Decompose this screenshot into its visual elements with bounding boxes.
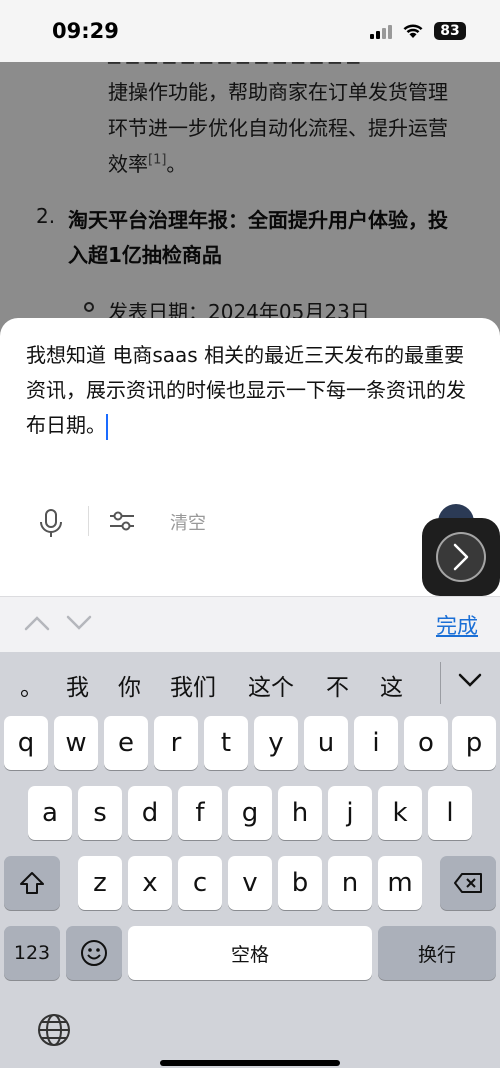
key-w[interactable]: w [54,716,98,770]
shift-key[interactable] [4,856,60,910]
key-n[interactable]: n [328,856,372,910]
key-g[interactable]: g [228,786,272,840]
key-q[interactable]: q [4,716,48,770]
wifi-icon [402,23,424,39]
sliders-icon[interactable] [108,510,136,536]
done-button[interactable]: 完成 [436,610,478,640]
assistive-touch-ring [436,532,486,582]
return-key[interactable]: 换行 [378,926,496,980]
toolbar-divider [88,506,89,536]
chevron-down-icon [458,673,482,687]
key-u[interactable]: u [304,716,348,770]
key-d[interactable]: d [128,786,172,840]
key-l[interactable]: l [428,786,472,840]
key-o[interactable]: o [404,716,448,770]
backspace-key[interactable] [440,856,496,910]
keyboard: 。 我 你 我们 这个 不 这 q w e r t y u i o p a s … [0,652,500,1068]
candidate-word[interactable]: 这个 [248,668,294,702]
key-s[interactable]: s [78,786,122,840]
microphone-icon[interactable] [38,508,64,542]
battery-icon: 83 [434,22,466,40]
key-p[interactable]: p [452,716,496,770]
candidate-word[interactable]: 这 [380,668,403,702]
key-f[interactable]: f [178,786,222,840]
query-text: 我想知道 电商saas 相关的最近三天发布的最重要资讯，展示资讯的时候也显示一下… [26,343,466,437]
expand-candidates-button[interactable] [458,672,482,691]
numbers-key[interactable]: 123 [4,926,60,980]
candidate-word[interactable]: 。 [20,668,43,702]
previous-field-button[interactable] [24,615,50,635]
key-e[interactable]: e [104,716,148,770]
candidate-bar: 。 我 你 我们 这个 不 这 [0,652,500,714]
key-b[interactable]: b [278,856,322,910]
cellular-signal-icon [370,23,392,39]
status-time: 09:29 [52,19,119,43]
status-icons: 83 [370,22,466,40]
key-z[interactable]: z [78,856,122,910]
key-r[interactable]: r [154,716,198,770]
keyboard-accessory-bar: 完成 [0,596,500,652]
globe-icon[interactable] [36,1012,72,1052]
key-v[interactable]: v [228,856,272,910]
space-key[interactable]: 空格 [128,926,372,980]
emoji-key[interactable] [66,926,122,980]
key-j[interactable]: j [328,786,372,840]
text-caret [106,413,108,440]
status-bar: 09:29 83 [0,0,500,62]
assistive-touch-button[interactable] [422,518,500,596]
clear-button[interactable]: 清空 [170,509,206,535]
chevron-down-icon [66,615,92,630]
chevron-up-icon [24,616,50,631]
candidate-word[interactable]: 不 [326,668,349,702]
next-field-button[interactable] [66,615,92,635]
key-m[interactable]: m [378,856,422,910]
key-x[interactable]: x [128,856,172,910]
query-input[interactable]: 我想知道 电商saas 相关的最近三天发布的最重要资讯，展示资讯的时候也显示一下… [26,338,476,443]
key-h[interactable]: h [278,786,322,840]
key-a[interactable]: a [28,786,72,840]
emoji-icon [81,940,107,966]
key-t[interactable]: t [204,716,248,770]
shift-icon [20,872,44,894]
key-i[interactable]: i [354,716,398,770]
candidate-word[interactable]: 我们 [170,668,216,702]
key-c[interactable]: c [178,856,222,910]
backspace-icon [454,873,482,893]
key-y[interactable]: y [254,716,298,770]
candidate-divider [440,662,441,704]
candidate-word[interactable]: 你 [118,668,141,702]
key-k[interactable]: k [378,786,422,840]
candidate-word[interactable]: 我 [66,668,89,702]
chevron-right-icon [453,543,469,571]
home-indicator [160,1060,340,1066]
